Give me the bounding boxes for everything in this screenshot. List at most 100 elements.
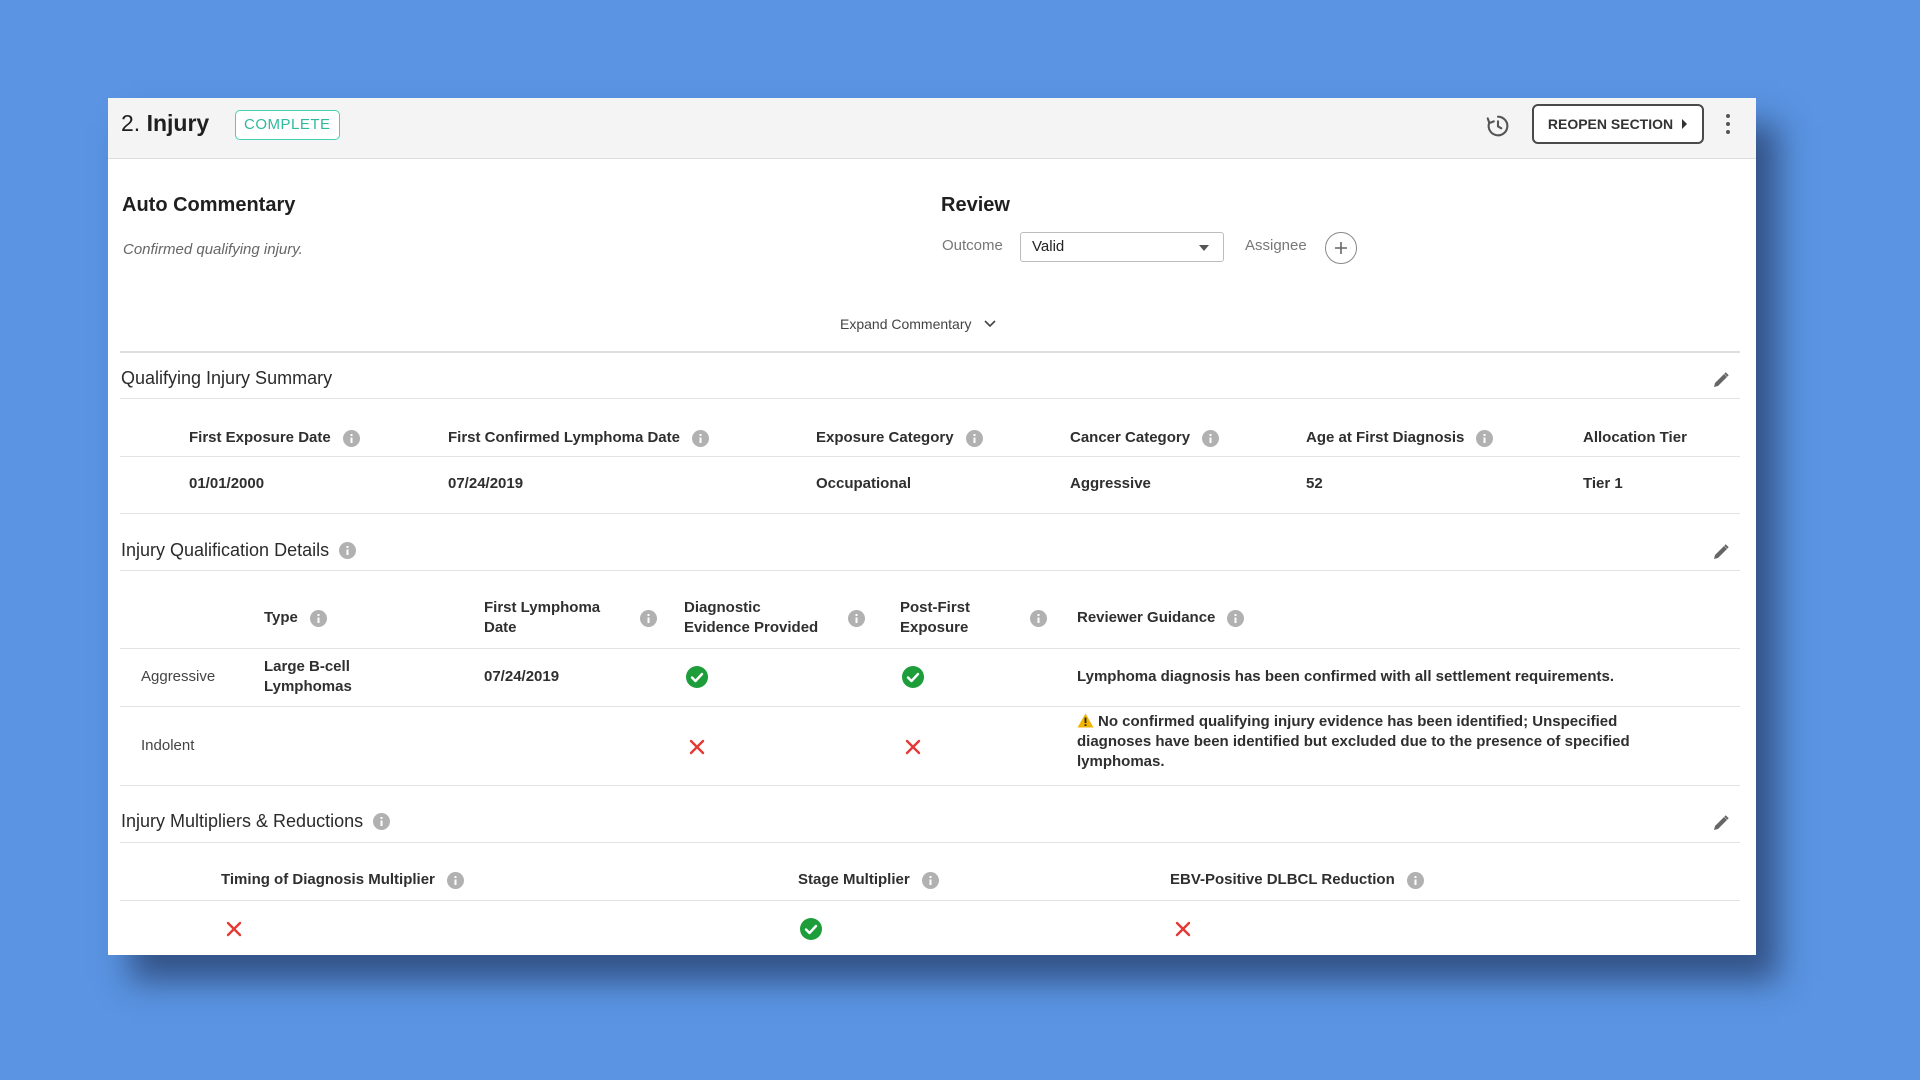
col-age-at-first-diagnosis-label: Age at First Diagnosis	[1306, 429, 1465, 446]
col-timing-of-diagnosis-multiplier: Timing of Diagnosis Multiplier	[221, 870, 464, 890]
add-assignee-button[interactable]	[1325, 232, 1357, 264]
row-indolent-guidance-line2: diagnoses have been identified but exclu…	[1077, 733, 1630, 750]
col-exposure-category-label: Exposure Category	[816, 429, 954, 446]
auto-commentary-heading: Auto Commentary	[122, 194, 296, 216]
cell-allocation-tier: Tier 1	[1583, 475, 1623, 492]
cross-icon	[226, 921, 242, 937]
summary-title-divider	[120, 398, 1740, 399]
review-heading: Review	[941, 194, 1010, 216]
caret-down-icon	[1199, 245, 1209, 251]
outcome-select[interactable]: Valid	[1020, 232, 1224, 262]
col-cancer-category-label: Cancer Category	[1070, 429, 1191, 446]
commentary-divider	[120, 351, 1740, 353]
info-icon[interactable]	[1227, 609, 1245, 627]
row-indolent-guidance: No confirmed qualifying injury evidence …	[1077, 712, 1677, 772]
info-icon[interactable]	[342, 429, 360, 447]
row-aggressive-first-lymphoma-date: 07/24/2019	[484, 668, 560, 685]
section-title: 2. Injury	[121, 110, 209, 137]
details-title-divider	[120, 570, 1740, 571]
reopen-section-button[interactable]: REOPEN SECTION	[1532, 104, 1704, 144]
col-ebv-positive-dlbcl-reduction: EBV-Positive DLBCL Reduction	[1170, 870, 1424, 890]
row-aggressive-type-line1: Large B-cell	[264, 658, 350, 675]
cross-icon	[905, 739, 921, 755]
info-icon[interactable]	[446, 871, 464, 889]
col-diagnostic-evidence: Diagnostic Evidence Provided	[684, 598, 865, 638]
col-cancer-category: Cancer Category	[1070, 428, 1220, 448]
info-icon[interactable]	[921, 871, 939, 889]
multipliers-title: Injury Multipliers & Reductions	[121, 811, 391, 832]
multipliers-title-divider	[120, 842, 1740, 843]
col-first-confirmed-lymphoma-date-label: First Confirmed Lymphoma Date	[448, 429, 680, 446]
assignee-label: Assignee	[1245, 237, 1307, 254]
details-header-divider	[120, 648, 1740, 649]
kebab-icon[interactable]	[1721, 111, 1735, 137]
summary-bottom-divider	[120, 513, 1740, 514]
summary-header-divider	[120, 456, 1740, 457]
check-icon	[902, 666, 924, 688]
info-icon[interactable]	[965, 429, 983, 447]
info-icon[interactable]	[691, 429, 709, 447]
cell-exposure-category: Occupational	[816, 475, 912, 492]
details-row-divider	[120, 706, 1740, 707]
outcome-value: Valid	[1032, 238, 1065, 255]
info-icon[interactable]	[1476, 429, 1494, 447]
col-stage-label: Stage Multiplier	[798, 871, 910, 888]
col-diagnostic-line1: Diagnostic	[684, 599, 761, 616]
col-timing-label: Timing of Diagnosis Multiplier	[221, 871, 435, 888]
edit-icon[interactable]	[1712, 814, 1730, 832]
qualifying-summary-title-text: Qualifying Injury Summary	[121, 368, 333, 388]
cell-first-exposure-date: 01/01/2000	[189, 475, 265, 492]
multipliers-header-divider	[120, 900, 1740, 901]
multipliers-title-text: Injury Multipliers & Reductions	[121, 811, 364, 831]
col-type: Type	[264, 608, 327, 628]
col-first-exposure-date-label: First Exposure Date	[189, 429, 331, 446]
reopen-section-label: REOPEN SECTION	[1547, 116, 1674, 132]
info-icon[interactable]	[373, 813, 391, 830]
info-icon[interactable]	[339, 542, 357, 559]
col-first-confirmed-lymphoma-date: First Confirmed Lymphoma Date	[448, 428, 709, 448]
cross-icon	[689, 739, 705, 755]
check-icon	[686, 666, 708, 688]
cross-icon	[1175, 921, 1191, 937]
col-first-lymphoma-line2: Date	[484, 619, 517, 636]
expand-commentary-label: Expand Commentary	[840, 316, 972, 332]
injury-section-card: 2. Injury COMPLETE REOPEN SECTION Auto C…	[108, 98, 1756, 955]
col-exposure-category: Exposure Category	[816, 428, 983, 448]
row-indolent-guidance-line3: lymphomas.	[1077, 753, 1165, 770]
info-icon[interactable]	[1406, 871, 1424, 889]
history-icon[interactable]	[1484, 112, 1512, 140]
info-icon[interactable]	[1030, 609, 1047, 627]
chevron-down-icon	[983, 320, 996, 328]
auto-commentary-text: Confirmed qualifying injury.	[123, 241, 303, 258]
col-first-lymphoma-line1: First Lymphoma	[484, 599, 601, 616]
info-icon[interactable]	[848, 609, 865, 627]
col-allocation-tier: Allocation Tier	[1583, 429, 1687, 446]
details-bottom-divider	[120, 785, 1740, 786]
cell-first-confirmed-lymphoma-date: 07/24/2019	[448, 475, 524, 492]
col-age-at-first-diagnosis: Age at First Diagnosis	[1306, 428, 1494, 448]
row-aggressive-guidance: Lymphoma diagnosis has been confirmed wi…	[1077, 668, 1615, 685]
section-name: Injury	[146, 110, 210, 136]
col-reviewer-guidance: Reviewer Guidance	[1077, 608, 1245, 628]
col-first-lymphoma-date: First Lymphoma Date	[484, 598, 657, 638]
cell-cancer-category: Aggressive	[1070, 475, 1151, 492]
cell-age-at-first-diagnosis: 52	[1306, 475, 1323, 492]
edit-icon[interactable]	[1712, 371, 1730, 389]
col-first-exposure-date: First Exposure Date	[189, 428, 360, 448]
col-post-first-line2: Exposure	[900, 619, 969, 636]
info-icon[interactable]	[1202, 429, 1220, 447]
info-icon[interactable]	[640, 609, 657, 627]
outcome-label: Outcome	[942, 237, 1003, 254]
qualifying-summary-title: Qualifying Injury Summary	[121, 368, 332, 389]
row-aggressive-category: Aggressive	[141, 668, 216, 685]
info-icon[interactable]	[309, 609, 327, 627]
status-badge: COMPLETE	[235, 110, 340, 140]
col-diagnostic-line2: Evidence Provided	[684, 619, 819, 636]
col-type-label: Type	[264, 609, 298, 626]
col-stage-multiplier: Stage Multiplier	[798, 870, 939, 890]
col-reviewer-guidance-label: Reviewer Guidance	[1077, 609, 1216, 626]
col-ebv-label: EBV-Positive DLBCL Reduction	[1170, 871, 1395, 888]
expand-commentary-toggle[interactable]: Expand Commentary	[840, 316, 996, 332]
edit-icon[interactable]	[1712, 543, 1730, 561]
row-aggressive-type-line2: Lymphomas	[264, 678, 352, 695]
